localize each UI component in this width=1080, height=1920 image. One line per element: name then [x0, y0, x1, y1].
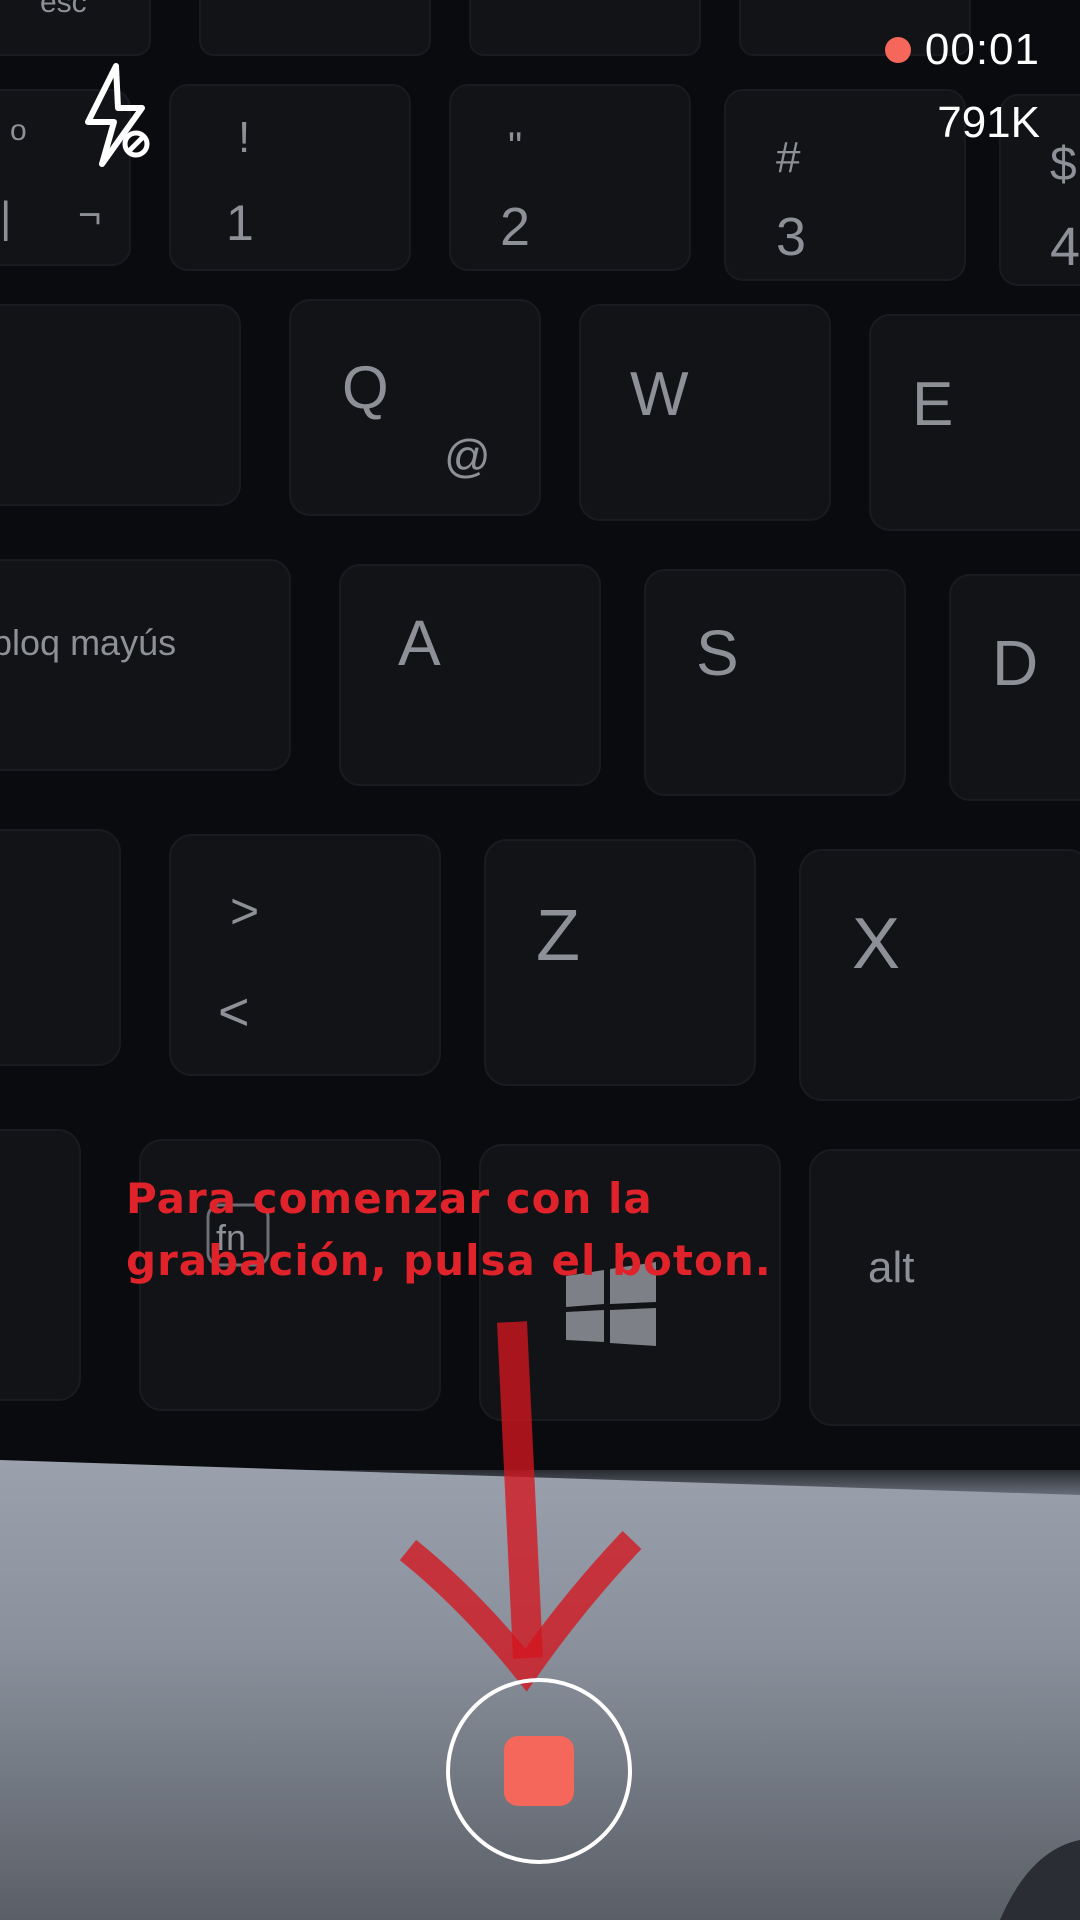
key-a-label: A [398, 607, 441, 679]
recording-dot-icon [884, 37, 911, 63]
camera-viewfinder: esc ! 1 " 2 # 3 $ 4 o ¬ | Q @ W E bloq m… [0, 0, 1080, 1920]
key-not-label: ¬ [78, 193, 101, 237]
flash-off-icon [85, 63, 150, 167]
key-esc-label: esc [40, 0, 87, 19]
key-3-label: 3 [776, 207, 806, 267]
key-lt-label: < [218, 982, 250, 1042]
key-at-label: @ [444, 430, 491, 482]
instruction-line-1: Para comenzar con la [126, 1174, 653, 1223]
instruction-annotation: Para comenzar con la grabación, pulsa el… [126, 1168, 886, 1292]
key-dollar-label: $ [1050, 138, 1077, 191]
key-1-label: 1 [226, 195, 254, 251]
key-z-label: Z [536, 896, 580, 976]
key-hash-label: # [776, 133, 801, 182]
record-stop-button[interactable] [446, 1678, 632, 1864]
key-2-label: 2 [500, 197, 530, 257]
key-bar-label: | [0, 193, 11, 242]
key-quote-label: " [508, 125, 522, 169]
key-q-label: Q [342, 354, 389, 421]
key-4-label: 4 [1050, 217, 1080, 277]
key-e-label: E [912, 370, 953, 439]
key-x-label: X [852, 904, 900, 984]
recording-indicator: 00:01 [884, 24, 1040, 76]
instruction-line-2: grabación, pulsa el boton. [126, 1236, 772, 1285]
stop-icon [504, 1736, 574, 1806]
key-d-label: D [992, 627, 1038, 699]
camera-screen: esc ! 1 " 2 # 3 $ 4 o ¬ | Q @ W E bloq m… [0, 0, 1080, 1920]
key-caps-label: bloq mayús [0, 622, 176, 663]
key-o-label: o [10, 114, 27, 147]
recording-file-size: 791K [937, 98, 1040, 147]
flash-toggle-button[interactable] [70, 60, 170, 170]
key-w-label: W [630, 360, 689, 429]
key-gt-label: > [230, 883, 259, 939]
key-exclaim-label: ! [238, 113, 250, 162]
recording-timer: 00:01 [924, 25, 1040, 74]
key-s-label: S [696, 617, 739, 689]
